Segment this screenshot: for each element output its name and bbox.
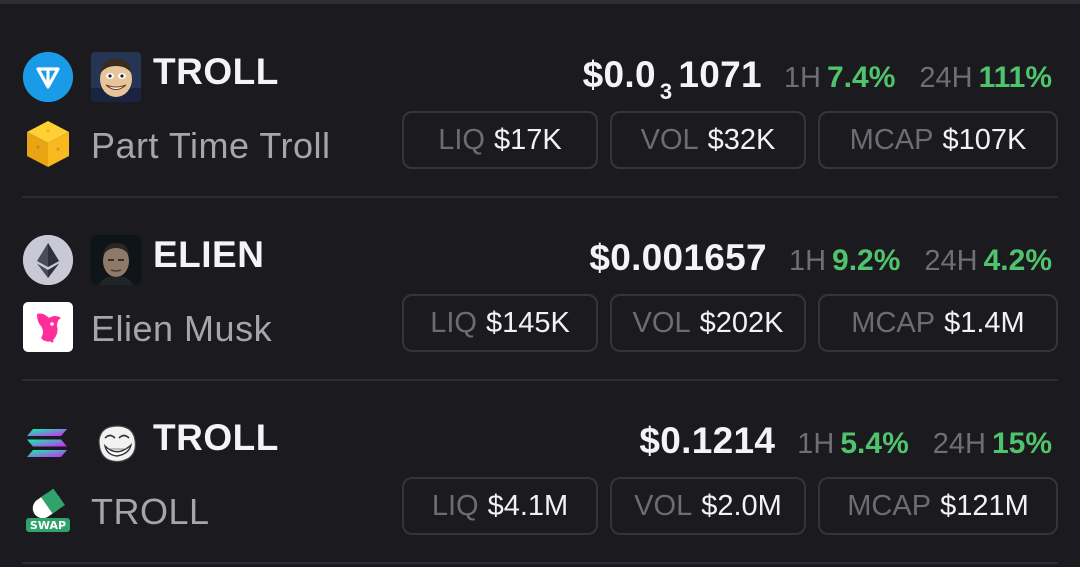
ton-icon	[23, 52, 73, 102]
metric-pills: LIQ $145K VOL $202K MCAP $1.4M	[402, 294, 1058, 352]
token-name: Elien Musk	[91, 308, 273, 349]
market-cap-pill: MCAP $121M	[818, 477, 1058, 535]
portrait-avatar	[91, 235, 141, 285]
change-24h-label: 24H	[919, 62, 973, 94]
token-price: $0.001657	[589, 237, 767, 278]
svg-text:SWAP: SWAP	[30, 519, 66, 532]
volume-pill: VOL $32K	[610, 111, 806, 169]
token-row-troll-sol[interactable]: TROLL $0.1214 1H 5.4% 24H 15% SWAP TROLL…	[0, 370, 1080, 553]
token-price: $0.0 3 1071	[582, 54, 762, 104]
volume-pill: VOL $202K	[610, 294, 806, 352]
change-1h-value: 5.4%	[840, 427, 909, 460]
token-symbol: TROLL	[153, 417, 279, 458]
cube-icon	[23, 119, 73, 169]
change-24h-value: 4.2%	[983, 244, 1052, 277]
token-name: Part Time Troll	[91, 125, 331, 166]
token-name: TROLL	[91, 491, 210, 532]
market-cap-pill: MCAP $1.4M	[818, 294, 1058, 352]
token-symbol: TROLL	[153, 51, 279, 92]
change-1h-value: 9.2%	[832, 244, 901, 277]
token-row-elien-eth[interactable]: ELIEN $0.001657 1H 9.2% 24H 4.2% Elien M…	[0, 187, 1080, 370]
solana-icon	[23, 418, 73, 468]
change-24h-label: 24H	[932, 428, 986, 460]
trollface-avatar	[91, 418, 141, 468]
price-zero-count: 3	[659, 79, 673, 104]
metric-pills: LIQ $4.1M VOL $2.0M MCAP $121M	[402, 477, 1058, 535]
market-cap-pill: MCAP $107K	[818, 111, 1058, 169]
price-change-line: $0.001657 1H 9.2% 24H 4.2%	[589, 237, 1052, 279]
token-price: $0.1214	[639, 420, 776, 461]
row-divider	[22, 562, 1058, 564]
change-1h-value: 7.4%	[826, 61, 896, 94]
swap-pill-icon: SWAP	[23, 485, 73, 535]
change-1h-label: 1H	[788, 245, 827, 277]
ethereum-icon	[23, 235, 73, 285]
change-24h-value: 15%	[991, 427, 1052, 460]
troll-face-avatar	[91, 52, 141, 102]
volume-pill: VOL $2.0M	[610, 477, 806, 535]
uniswap-icon	[23, 302, 73, 352]
liquidity-pill: LIQ $145K	[402, 294, 598, 352]
change-24h-label: 24H	[924, 245, 978, 277]
metric-pills: LIQ $17K VOL $32K MCAP $107K	[402, 111, 1058, 169]
price-change-line: $0.0 3 1071 1H 7.4% 24H 111%	[582, 54, 1052, 104]
liquidity-pill: LIQ $17K	[402, 111, 598, 169]
change-24h-value: 111%	[978, 61, 1052, 94]
price-change-line: $0.1214 1H 5.4% 24H 15%	[639, 420, 1052, 462]
token-row-troll-ton[interactable]: TROLL $0.0 3 1071 1H 7.4% 24H 111% Part Ti…	[0, 4, 1080, 187]
change-1h-label: 1H	[797, 428, 835, 460]
token-symbol: ELIEN	[153, 234, 265, 275]
change-1h-label: 1H	[783, 62, 821, 94]
liquidity-pill: LIQ $4.1M	[402, 477, 598, 535]
